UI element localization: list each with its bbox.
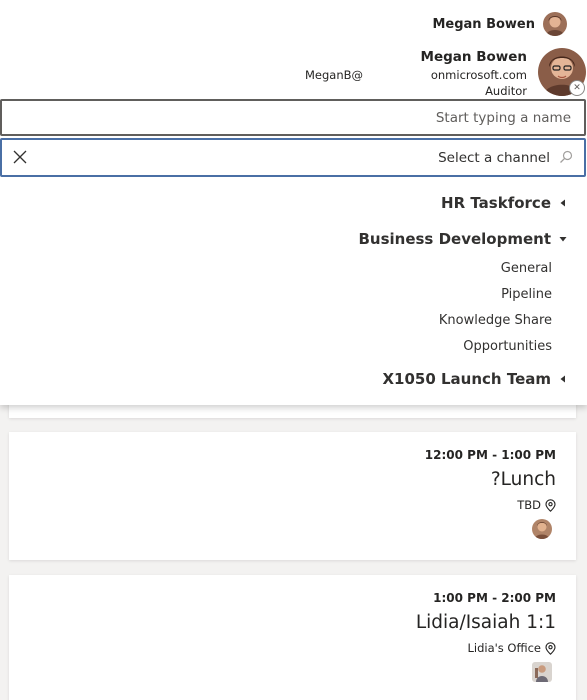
current-user[interactable]: Megan Bowen (432, 12, 567, 36)
meeting-location-label: TBD (517, 498, 541, 512)
person-name: Megan Bowen (420, 49, 527, 65)
team-name: HR Taskforce (441, 194, 551, 212)
caret-left-icon (560, 199, 565, 207)
meeting-location: TBD (517, 498, 556, 512)
close-icon[interactable] (12, 149, 28, 165)
channel-search-input[interactable] (270, 146, 550, 170)
meeting-title[interactable]: Lidia/Isaiah 1:1 (416, 612, 556, 633)
people-search-input[interactable] (0, 99, 586, 136)
channel-item-knowledge-share[interactable]: Knowledge Share (439, 313, 552, 328)
team-x1050-launch-team[interactable]: X1050 Launch Team (382, 370, 567, 388)
location-pin-icon (545, 498, 556, 512)
channel-item-pipeline[interactable]: Pipeline (501, 287, 552, 302)
channel-item-general[interactable]: General (501, 261, 552, 276)
channel-picker-panel: Megan Bowen MeganB@ Megan Bowen onmicros… (0, 0, 587, 405)
person-role: Auditor (485, 84, 527, 98)
attendee-avatar[interactable] (532, 519, 552, 539)
meeting-location: Lidia's Office (467, 641, 556, 655)
channel-picker (0, 138, 586, 177)
team-business-development[interactable]: Business Development (358, 230, 567, 248)
caret-left-icon (560, 375, 565, 383)
meeting-time: 1:00 PM - 2:00 PM (433, 591, 556, 605)
meeting-title[interactable]: ?Lunch (491, 469, 556, 490)
avatar[interactable] (543, 12, 567, 36)
person-domain: onmicrosoft.com (430, 68, 527, 82)
selected-person: MeganB@ Megan Bowen onmicrosoft.com Audi… (0, 48, 587, 98)
team-hr-taskforce[interactable]: HR Taskforce (441, 194, 567, 212)
attendee-avatar[interactable] (532, 662, 552, 682)
meeting-card[interactable]: 12:00 PM - 1:00 PM ?Lunch TBD (9, 432, 576, 560)
meeting-location-label: Lidia's Office (467, 641, 541, 655)
channel-item-opportunities[interactable]: Opportunities (463, 339, 552, 354)
meeting-time: 12:00 PM - 1:00 PM (424, 448, 556, 462)
current-user-name: Megan Bowen (432, 16, 535, 32)
search-icon (560, 150, 573, 163)
team-name: Business Development (358, 230, 551, 248)
remove-person-icon[interactable]: ✕ (569, 80, 585, 96)
location-pin-icon (545, 641, 556, 655)
team-name: X1050 Launch Team (382, 370, 551, 388)
caret-down-icon (559, 237, 567, 242)
person-alias: MeganB@ (305, 68, 364, 82)
meeting-card[interactable]: 1:00 PM - 2:00 PM Lidia/Isaiah 1:1 Lidia… (9, 575, 576, 700)
